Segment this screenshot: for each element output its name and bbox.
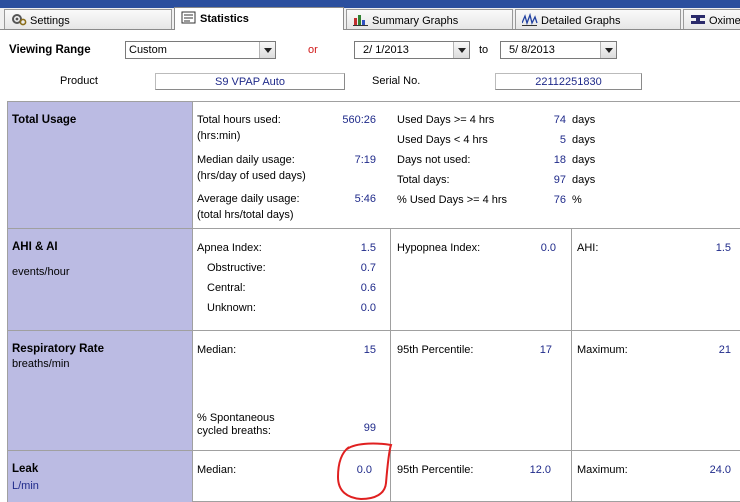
days-label: Used Days >= 4 hrs [397,114,495,126]
total-usage-section: Total Usage Total hours used: (hrs:min) … [8,102,740,229]
days-label: Total days: [397,174,450,186]
respiratory-rate-title: Respiratory Rate [12,343,105,355]
days-unit: days [572,154,596,166]
leak-unit: L/min [12,480,39,492]
chevron-down-icon[interactable] [259,42,275,58]
resp-median-label: Median: [197,344,237,356]
resp-max-value: 21 [718,344,731,356]
days-value: 76 [553,194,566,206]
to-label: to [479,44,489,56]
hypopnea-index-value: 0.0 [540,242,556,254]
bar-chart-icon [353,13,369,26]
days-value: 97 [553,174,566,186]
respiratory-rate-unit: breaths/min [12,358,70,370]
tab-summary-graphs-label: Summary Graphs [372,15,459,27]
median-usage-label: Median daily usage: [197,154,295,166]
tab-summary-graphs[interactable]: Summary Graphs [346,9,513,29]
median-usage-unit: (hrs/day of used days) [197,170,306,182]
central-label: Central: [207,282,246,294]
leak-p95-value: 12.0 [529,464,551,476]
leak-max-value: 24.0 [709,464,731,476]
ahi-section: AHI & AI events/hour Apnea Index: 1.5 Ob… [8,229,740,331]
annotation-circle [336,442,393,501]
days-value: 18 [553,154,566,166]
ahi-header: AHI & AI events/hour [8,229,193,330]
unknown-label: Unknown: [207,302,256,314]
days-unit: days [572,114,596,126]
hours-used-value: 560:26 [342,114,376,126]
hours-used-label: Total hours used: [197,114,281,126]
statistics-window: Settings Statistics Summary Graphs Detai… [0,0,740,502]
days-label: Days not used: [397,154,471,166]
total-usage-header: Total Usage [8,102,193,228]
days-unit: days [572,134,596,146]
average-usage-value: 5:46 [354,193,376,205]
days-unit: days [572,174,596,186]
ahi-value: 1.5 [715,242,731,254]
range-preset-value: Custom [129,44,167,56]
start-date-value: 2/ 1/2013 [363,44,409,56]
oximetry-icon [690,13,706,26]
leak-header: Leak L/min [8,451,193,502]
tab-statistics-label: Statistics [200,13,249,25]
tab-settings-label: Settings [30,15,70,27]
days-value: 5 [559,134,566,146]
leak-p95-label: 95th Percentile: [397,464,474,476]
or-label: or [308,44,318,56]
chevron-down-icon[interactable] [453,42,469,58]
tab-oximetry-label: Oxime [709,15,740,27]
range-preset-select[interactable]: Custom [125,41,276,59]
tab-settings[interactable]: Settings [4,9,172,29]
spontaneous-value: 99 [363,422,376,434]
apnea-index-label: Apnea Index: [197,242,262,254]
settings-icon [11,13,27,26]
obstructive-label: Obstructive: [207,262,266,274]
days-label: Used Days < 4 hrs [397,134,488,146]
respiratory-rate-header: Respiratory Rate breaths/min [8,331,193,450]
respiratory-rate-section: Respiratory Rate breaths/min Median: 15 … [8,331,740,451]
leak-median-label: Median: [197,464,237,476]
days-label: % Used Days >= 4 hrs [397,194,508,206]
tab-detailed-graphs-label: Detailed Graphs [541,15,621,27]
tab-statistics[interactable]: Statistics [174,7,344,30]
hypopnea-index-label: Hypopnea Index: [397,242,481,254]
spontaneous-label-line2: cycled breaths: [197,425,271,437]
days-value: 74 [553,114,566,126]
tab-oximetry[interactable]: Oxime [683,9,740,29]
ahi-unit: events/hour [12,266,70,278]
product-label: Product [60,75,98,87]
obstructive-value: 0.7 [360,262,376,274]
product-field: S9 VPAP Auto [155,73,345,90]
statistics-icon [181,11,197,24]
serial-label: Serial No. [372,75,421,87]
central-value: 0.6 [360,282,376,294]
average-usage-unit: (total hrs/total days) [197,209,294,221]
average-usage-label: Average daily usage: [197,193,300,205]
chevron-down-icon[interactable] [600,42,616,58]
leak-title: Leak [12,463,39,475]
resp-max-label: Maximum: [577,344,628,356]
title-strip [0,0,740,8]
resp-p95-label: 95th Percentile: [397,344,474,356]
resp-p95-value: 17 [539,344,552,356]
leak-max-label: Maximum: [577,464,628,476]
days-unit: % [572,194,582,206]
ahi-title: AHI & AI [12,241,58,253]
resp-median-value: 15 [363,344,376,356]
total-usage-title: Total Usage [12,114,77,126]
unknown-value: 0.0 [360,302,376,314]
end-date-picker[interactable]: 5/ 8/2013 [500,41,617,59]
apnea-index-value: 1.5 [360,242,376,254]
ahi-label: AHI: [577,242,599,254]
hours-used-unit: (hrs:min) [197,130,241,142]
serial-field: 22112251830 [495,73,642,90]
tab-detailed-graphs[interactable]: Detailed Graphs [515,9,681,29]
viewing-range-label: Viewing Range [9,44,91,56]
waveform-icon [521,12,538,26]
tab-bar: Settings Statistics Summary Graphs Detai… [0,7,740,30]
end-date-value: 5/ 8/2013 [509,44,555,56]
spontaneous-label: % Spontaneous [197,412,275,424]
start-date-picker[interactable]: 2/ 1/2013 [354,41,470,59]
median-usage-value: 7:19 [354,154,376,166]
